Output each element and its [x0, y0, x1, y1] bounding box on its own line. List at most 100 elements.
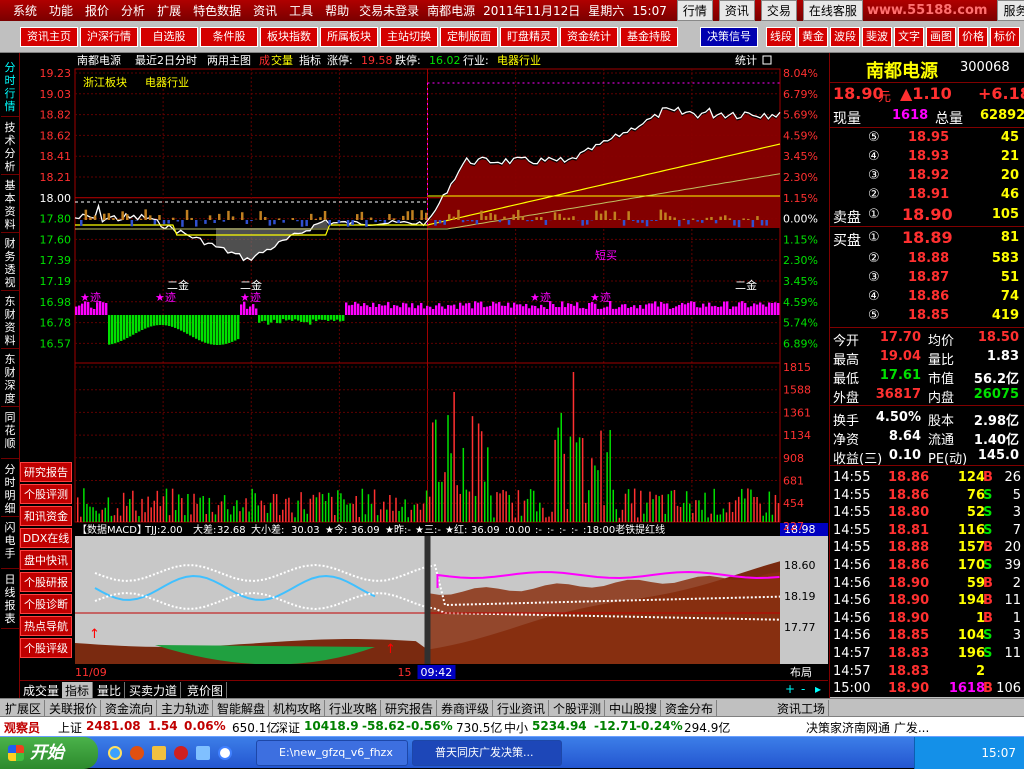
menu-tools[interactable]: 工具	[283, 2, 319, 19]
menu-extend[interactable]: 扩展	[151, 2, 187, 19]
tick-row[interactable]: 15:0018.901618B106	[830, 680, 1024, 698]
menu-info[interactable]: 资讯	[247, 2, 283, 19]
toolbar-btn-sector[interactable]: 所属板块	[320, 27, 378, 47]
service-custom-button[interactable]: 服务定制	[997, 0, 1024, 21]
nav-intraday[interactable]: 分时行情	[1, 57, 19, 117]
tick-row[interactable]: 14:5518.8676S5	[830, 487, 1024, 505]
research-report-button[interactable]: 研究报告	[20, 462, 72, 482]
nav-tick-detail[interactable]: 分时明细	[1, 459, 19, 517]
info-tab[interactable]: 个股评测	[550, 700, 605, 716]
folder-quick-icon[interactable]	[152, 746, 166, 760]
intraday-chart[interactable]: 【数据MACD】TJJ:2.00大差:32.68大小差:30.03★今:36.0…	[20, 53, 828, 698]
tab-volume-ratio[interactable]: 量比	[94, 682, 125, 698]
toolbar-btn-decision-signal[interactable]: 决策信号	[700, 27, 758, 47]
tick-row[interactable]: 14:5718.832	[830, 663, 1024, 681]
ie-icon[interactable]	[108, 746, 122, 760]
info-tab[interactable]: 行业攻略	[326, 700, 381, 716]
info-tab[interactable]: 主力轨迹	[158, 700, 213, 716]
info-tab[interactable]: 券商评级	[438, 700, 493, 716]
toolbar-btn-server[interactable]: 主站切换	[380, 27, 438, 47]
nav-east-depth[interactable]: 东财深度	[1, 349, 19, 407]
info-tab[interactable]: 研究报告	[382, 700, 437, 716]
tick-row[interactable]: 14:5618.90194B11	[830, 592, 1024, 610]
tab-trade[interactable]: 交易	[761, 0, 797, 21]
info-tab[interactable]: 行业资讯	[494, 700, 549, 716]
nav-ths[interactable]: 同花顺	[1, 407, 19, 459]
ddx-online-button[interactable]: DDX在线	[20, 528, 72, 548]
tick-row[interactable]: 14:5618.86170S39	[830, 557, 1024, 575]
nav-daily-report[interactable]: 日线报表	[1, 569, 19, 629]
scroll-right-icon[interactable]: ▸	[812, 682, 824, 698]
info-tab[interactable]: 关联报价	[46, 700, 101, 716]
toolbar-btn-fund-stats[interactable]: 资金统计	[560, 27, 618, 47]
toolbar-btn-layout[interactable]: 定制版面	[440, 27, 498, 47]
info-tab[interactable]: 资金分布	[662, 700, 717, 716]
menu-help[interactable]: 帮助	[319, 2, 355, 19]
stock-review-button[interactable]: 个股评测	[20, 484, 72, 504]
news-ticker[interactable]: 决策家济南网通 广发...	[806, 719, 929, 736]
nav-finance[interactable]: 财务透视	[1, 233, 19, 291]
nav-flash[interactable]: 闪电手	[1, 517, 19, 569]
task-trading-app[interactable]: 普天同庆广发决策...	[412, 740, 562, 766]
toolbar-btn-fibonacci[interactable]: 斐波	[862, 27, 892, 47]
tab-quote[interactable]: 行情	[677, 0, 713, 21]
zoom-out-icon[interactable]: -	[798, 682, 808, 698]
toolbar-btn-watchlist[interactable]: 自选股	[140, 27, 198, 47]
online-service-button[interactable]: 在线客服	[803, 0, 863, 21]
zoom-in-icon[interactable]: +	[782, 682, 798, 698]
tick-row[interactable]: 14:5518.81116S7	[830, 522, 1024, 540]
nav-basic-info[interactable]: 基本资料	[1, 175, 19, 233]
tick-row[interactable]: 14:5618.9059B2	[830, 575, 1024, 593]
toolbar-btn-sector-index[interactable]: 板块指数	[260, 27, 318, 47]
toolbar-btn-fund-holding[interactable]: 基金持股	[620, 27, 678, 47]
menu-special-data[interactable]: 特色数据	[187, 2, 247, 19]
menu-system[interactable]: 系统	[7, 2, 43, 19]
info-tab[interactable]: 机构攻略	[270, 700, 325, 716]
tab-indicator[interactable]: 指标	[62, 682, 93, 698]
stock-research-button[interactable]: 个股研报	[20, 572, 72, 592]
app-quick-icon[interactable]	[130, 746, 144, 760]
task-explorer[interactable]: E:\new_gfzq_v6_fhzx	[256, 740, 408, 766]
tick-row[interactable]: 14:5518.86124B26	[830, 469, 1024, 487]
toolbar-btn-text[interactable]: 文字	[894, 27, 924, 47]
observer-label[interactable]: 观察员	[4, 719, 40, 736]
info-tab[interactable]: 中山股搜	[606, 700, 661, 716]
toolbar-btn-segment[interactable]: 线段	[766, 27, 796, 47]
hot-nav-button[interactable]: 热点导航	[20, 616, 72, 636]
tab-auction[interactable]: 竞价图	[184, 682, 227, 698]
browser-quick-icon[interactable]	[218, 746, 232, 760]
tab-volume[interactable]: 成交量	[20, 682, 63, 698]
menu-function[interactable]: 功能	[43, 2, 79, 19]
menu-quote[interactable]: 报价	[79, 2, 115, 19]
tick-row[interactable]: 14:5618.901B1	[830, 610, 1024, 628]
toolbar-btn-wave[interactable]: 波段	[830, 27, 860, 47]
tick-row[interactable]: 14:5518.88157B20	[830, 539, 1024, 557]
toolbar-btn-condition[interactable]: 条件股	[200, 27, 258, 47]
info-tab[interactable]: 智能解盘	[214, 700, 269, 716]
tray-clock[interactable]: 15:07	[981, 746, 1016, 760]
toolbar-btn-price[interactable]: 价格	[958, 27, 988, 47]
menu-analysis[interactable]: 分析	[115, 2, 151, 19]
tab-info[interactable]: 资讯	[719, 0, 755, 21]
nav-technical[interactable]: 技术分析	[1, 117, 19, 175]
intraday-news-button[interactable]: 盘中快讯	[20, 550, 72, 570]
stock-diagnosis-button[interactable]: 个股诊断	[20, 594, 72, 614]
tab-buy-sell-force[interactable]: 买卖力道	[126, 682, 181, 698]
tick-row[interactable]: 14:5518.8052S3	[830, 504, 1024, 522]
tick-row[interactable]: 14:5718.83196S11	[830, 645, 1024, 663]
info-tab[interactable]: 扩展区	[2, 700, 45, 716]
toolbar-btn-monitor[interactable]: 盯盘精灵	[500, 27, 558, 47]
toolbar-btn-gold[interactable]: 黄金	[798, 27, 828, 47]
toolbar-btn-draw[interactable]: 画图	[926, 27, 956, 47]
tick-row[interactable]: 14:5618.85104S3	[830, 627, 1024, 645]
stock-rating-button[interactable]: 个股评级	[20, 638, 72, 658]
toolbar-btn-market[interactable]: 沪深行情	[80, 27, 138, 47]
media-quick-icon[interactable]	[174, 746, 188, 760]
nav-east-info[interactable]: 东财资料	[1, 291, 19, 349]
desktop-quick-icon[interactable]	[196, 746, 210, 760]
hexun-fund-button[interactable]: 和讯资金	[20, 506, 72, 526]
info-tab[interactable]: 资讯工场	[774, 700, 829, 716]
toolbar-btn-mark-price[interactable]: 标价	[990, 27, 1020, 47]
toolbar-btn-home[interactable]: 资讯主页	[20, 27, 78, 47]
info-tab[interactable]: 资金流向	[102, 700, 157, 716]
